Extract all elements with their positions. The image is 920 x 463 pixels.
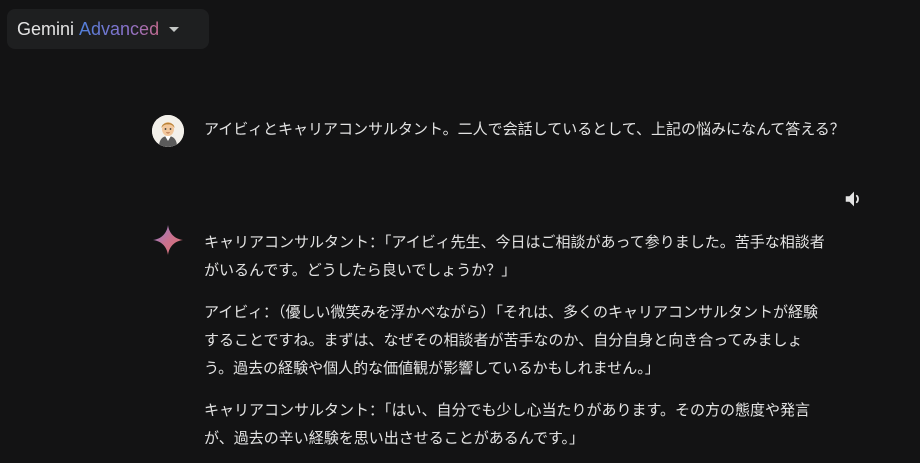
user-avatar xyxy=(152,115,184,147)
speaker-icon[interactable] xyxy=(843,188,865,210)
model-response: キャリアコンサルタント：「アイビィ先生、今日はご相談があって参りました。苦手な相… xyxy=(204,228,829,463)
chevron-down-icon xyxy=(169,26,180,32)
gemini-sparkle-icon xyxy=(152,224,184,256)
response-paragraph: アイビィ：（優しい微笑みを浮かべながら）「それは、多くのキャリアコンサルタントが… xyxy=(204,303,818,377)
model-tier: Advanced xyxy=(79,18,160,39)
response-paragraph: キャリアコンサルタント：「はい、自分でも少し心当たりがあります。その方の態度や発… xyxy=(204,401,811,447)
gemini-app: Gemini Advanced アイビィとキャリアコンサルタント。二人で会話して… xyxy=(0,0,920,463)
response-paragraph: キャリアコンサルタント：「アイビィ先生、今日はご相談があって参りました。苦手な相… xyxy=(204,233,825,279)
model-name: Gemini xyxy=(17,18,75,39)
user-prompt-text: アイビィとキャリアコンサルタント。二人で会話しているとして、上記の悩みになんて答… xyxy=(204,120,845,138)
user-avatar-icon xyxy=(152,115,184,147)
model-switcher-button[interactable]: Gemini Advanced xyxy=(7,9,209,49)
